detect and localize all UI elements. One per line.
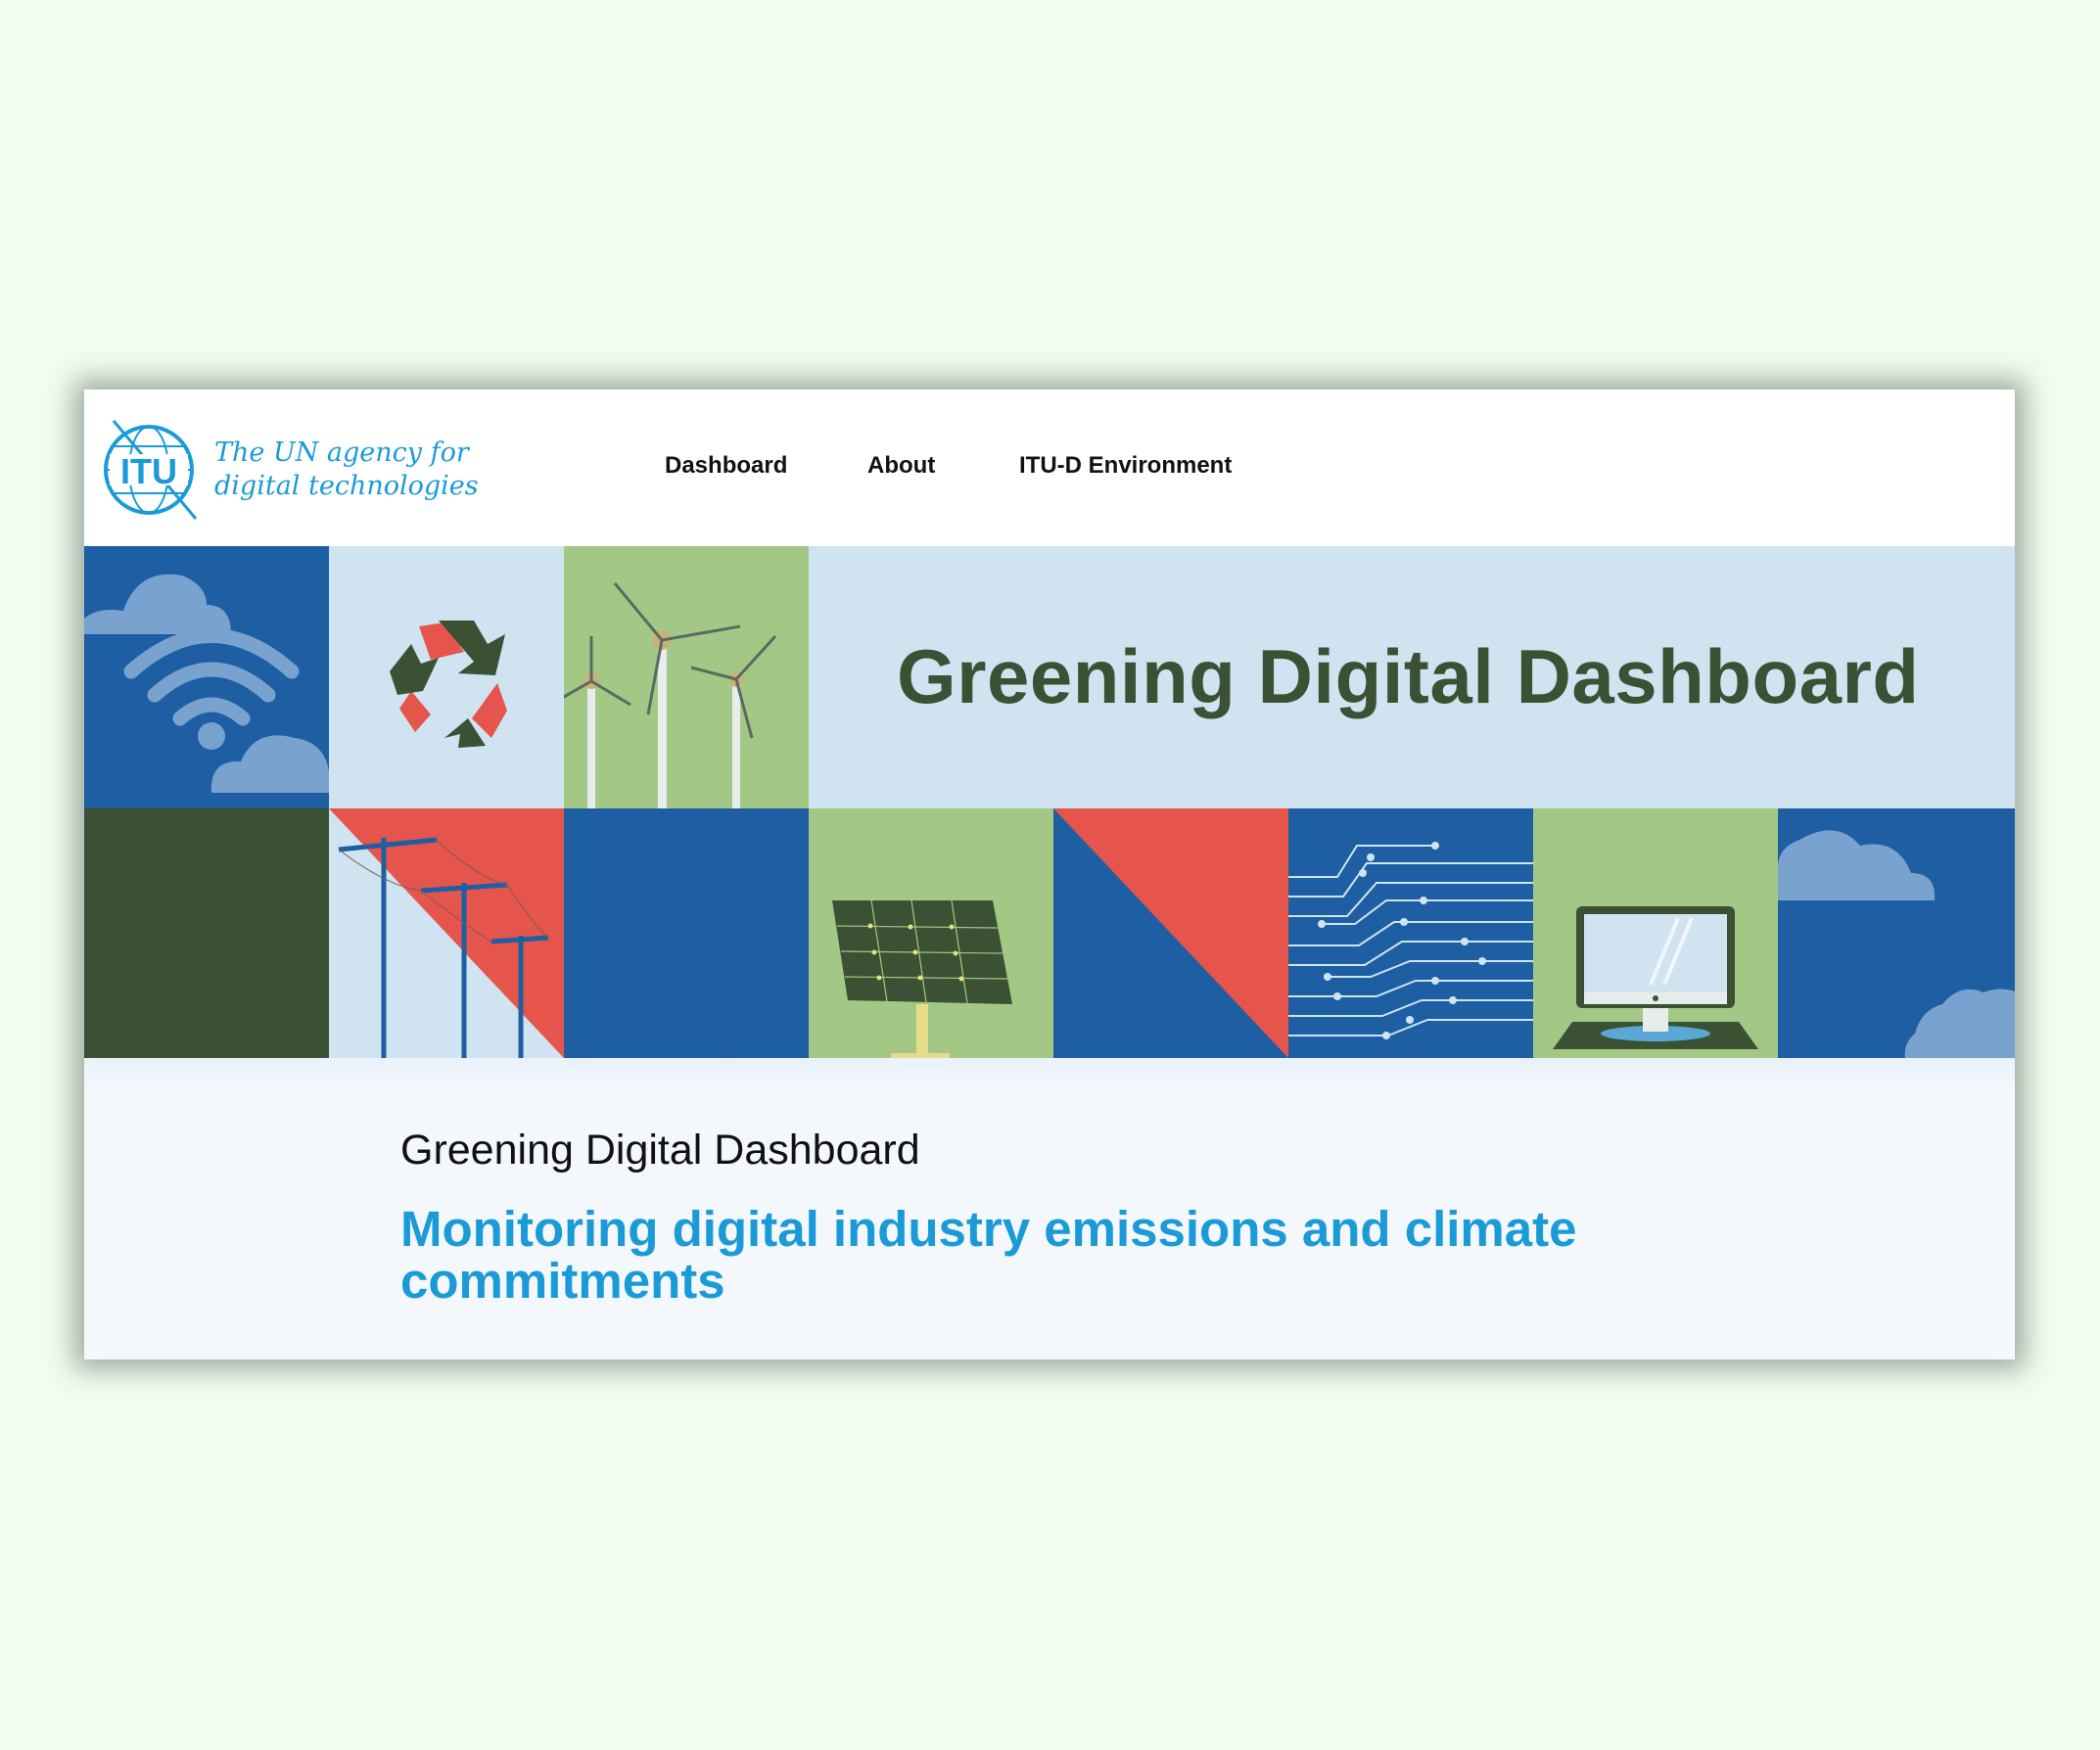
cloud-icon <box>1778 830 2015 1058</box>
hero-title: Greening Digital Dashboard <box>897 633 1920 719</box>
wifi-icon <box>84 574 329 793</box>
computer-monitor-icon <box>1553 906 1758 1049</box>
hero-title-block: Greening Digital Dashboard <box>809 546 2015 808</box>
site-header: ITU The UN agency for digital technologi… <box>84 390 2015 546</box>
solar-panel-icon <box>832 899 1012 1058</box>
recycle-tile <box>329 546 564 808</box>
circuit-icon <box>1288 842 1533 1039</box>
navy-tile <box>564 808 809 1058</box>
page-subtitle: Monitoring digital industry emissions an… <box>400 1201 1577 1309</box>
solar-panel-tile <box>809 808 1053 1058</box>
triangle-tile <box>1053 808 1288 1058</box>
power-lines-tile <box>329 808 564 1058</box>
nav-dashboard[interactable]: Dashboard <box>665 452 787 480</box>
computer-tile <box>1533 808 1778 1058</box>
intro-section: Greening Digital Dashboard Monitoring di… <box>84 1058 2015 1359</box>
wind-turbines-tile <box>564 546 809 808</box>
recycle-icon <box>390 621 507 748</box>
itu-logo[interactable]: ITU <box>100 417 206 523</box>
tagline-line-2: digital technologies <box>214 471 479 501</box>
power-line-icon <box>329 808 564 1058</box>
nav-itu-d-environment[interactable]: ITU-D Environment <box>1019 452 1232 480</box>
browser-window: ITU The UN agency for digital technologi… <box>84 390 2015 1359</box>
hero-banner: Greening Digital Dashboard <box>84 546 2015 1058</box>
logo-tagline: The UN agency for digital technologies <box>214 437 479 503</box>
nav-about[interactable]: About <box>867 452 935 480</box>
tagline-line-1: The UN agency for <box>214 438 469 468</box>
circuit-tile <box>1288 808 1533 1058</box>
svg-text:ITU: ITU <box>120 451 177 491</box>
page-title: Greening Digital Dashboard <box>400 1127 920 1174</box>
cloud-tile <box>1778 808 2015 1058</box>
wind-turbine-icon <box>564 582 777 808</box>
triangle-shape <box>1053 808 1288 1058</box>
green-tile <box>84 808 329 1058</box>
wifi-cloud-tile <box>84 546 329 808</box>
